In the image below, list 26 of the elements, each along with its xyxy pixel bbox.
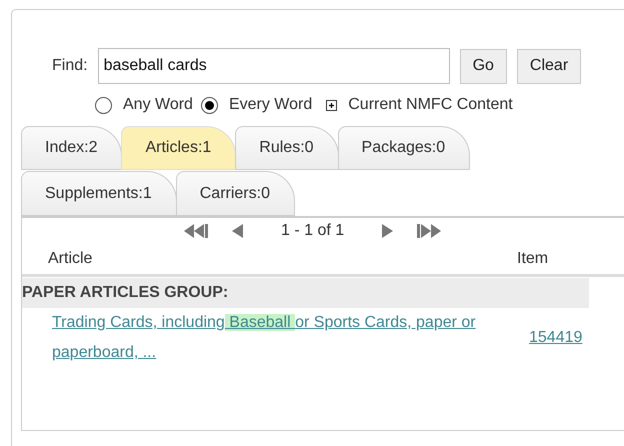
next-page-icon[interactable] [382, 224, 394, 238]
item-link[interactable]: 154419 [529, 329, 582, 347]
previous-page-icon[interactable] [232, 224, 243, 238]
tab[interactable]: Packages:0 [338, 126, 470, 170]
go-button[interactable]: Go [460, 48, 507, 84]
last-page-icon[interactable] [415, 224, 442, 238]
tab[interactable]: Supplements:1 [21, 171, 177, 216]
radio-button[interactable] [200, 96, 218, 114]
radio-label: Every Word [228, 96, 312, 114]
clear-button[interactable]: Clear [516, 48, 582, 84]
tab[interactable]: Rules:0 [235, 126, 339, 170]
expand-icon[interactable] [326, 100, 338, 110]
content-label: Current NMFC Content [348, 96, 513, 114]
column-header: Item [517, 250, 548, 268]
first-page-icon[interactable] [184, 224, 210, 238]
article-link[interactable]: Trading Cards, including Baseball or Sports Cards, paper or paperboard, ... [52, 308, 512, 368]
radio-button[interactable] [95, 96, 112, 114]
radio-label: Any Word [123, 96, 193, 114]
search-field[interactable]: baseball cards [98, 48, 450, 84]
page-range: 1 - 1 of 1 [281, 222, 344, 240]
tab[interactable]: Carriers:0 [176, 171, 295, 216]
column-header: Article [48, 250, 94, 268]
tab[interactable]: Index:2 [21, 126, 122, 170]
find-label: Find: [52, 57, 88, 75]
tab[interactable]: Articles:1 [121, 126, 236, 170]
group-header: PAPER ARTICLES GROUP: [22, 278, 589, 308]
